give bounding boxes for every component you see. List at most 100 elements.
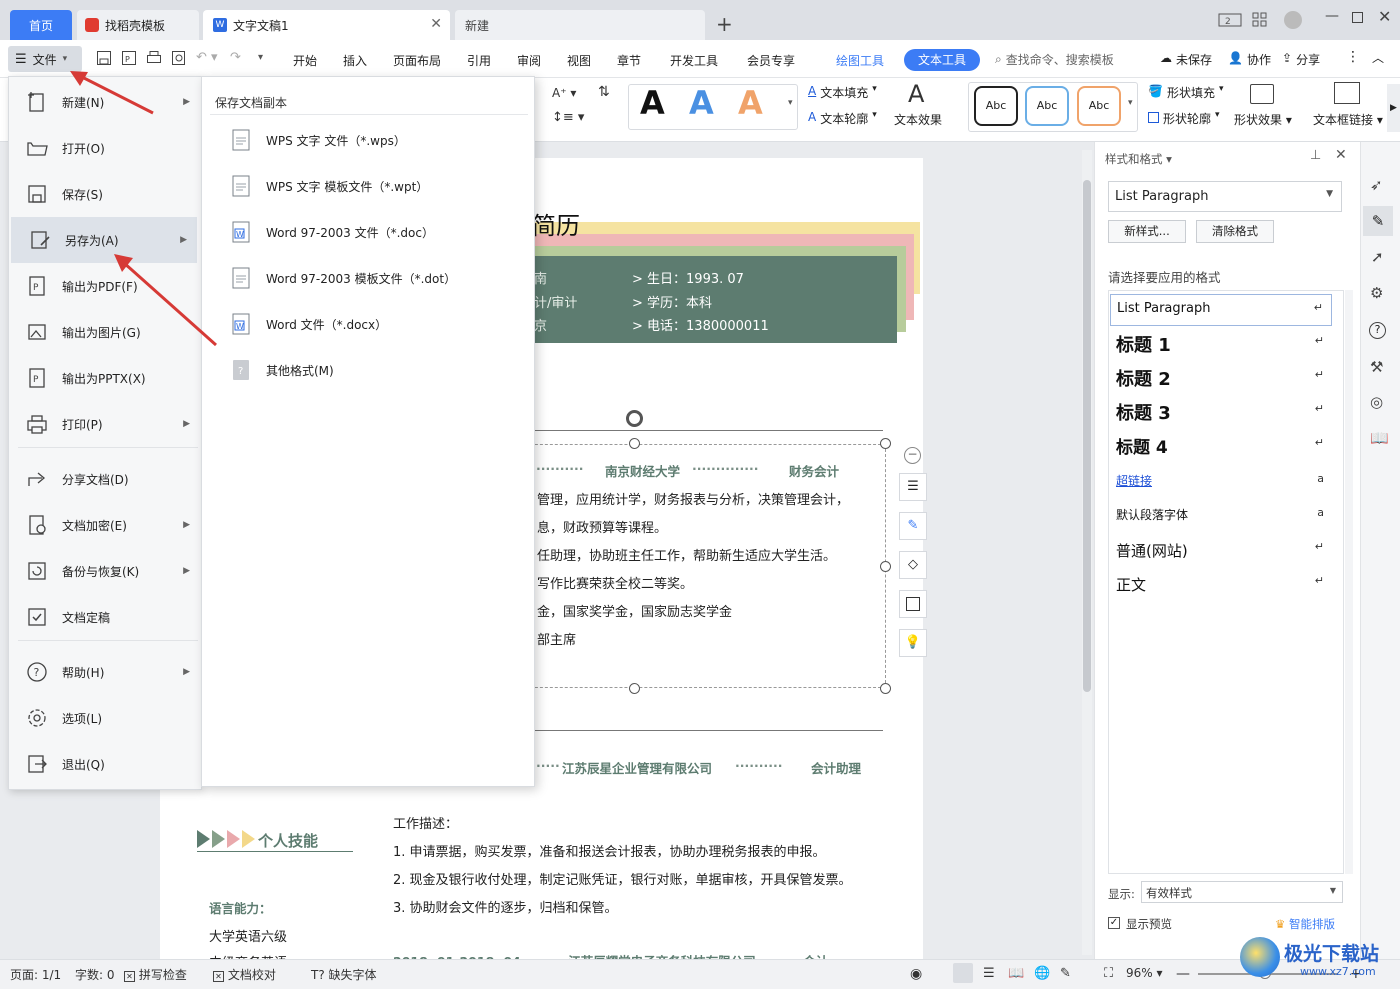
layout-options-icon[interactable]: ☰ (899, 473, 927, 501)
web-view-icon[interactable]: 🌐 (1034, 966, 1050, 981)
resize-handle-bottom-right[interactable] (880, 683, 891, 694)
minimize-icon[interactable]: — (1325, 8, 1339, 24)
resize-handle-bottom[interactable] (629, 683, 640, 694)
file-menu-item[interactable]: 备份与恢复(K) ▶ (8, 548, 200, 594)
close-tab-icon[interactable]: ✕ (430, 16, 442, 32)
selected-textbox[interactable] (520, 444, 886, 688)
book-icon[interactable]: 📖 (1370, 429, 1389, 447)
help-circle-icon[interactable]: ? (1369, 322, 1386, 339)
shape-effect-button[interactable]: 形状效果 ▾ (1234, 111, 1292, 128)
tools-icon[interactable]: ⚒ (1370, 358, 1383, 376)
save-format-item[interactable]: Word 97-2003 模板文件（*.dot） (222, 258, 522, 298)
gallery-more-icon[interactable]: ▾ (788, 98, 793, 108)
grid-apps-icon[interactable] (1252, 12, 1270, 30)
rocket-icon[interactable]: ➶ (1370, 176, 1383, 194)
adjust-sliders-icon[interactable]: ⚙ (1370, 284, 1383, 302)
save-format-item[interactable]: W Word 97-2003 文件（*.doc） (222, 212, 522, 252)
clear-format-button[interactable]: 清除格式 (1196, 220, 1274, 243)
window-layout-icon[interactable]: 2 (1218, 12, 1242, 30)
shape-effect-icon[interactable] (1250, 84, 1274, 104)
collab-button[interactable]: 👤 协作 (1228, 51, 1271, 68)
avatar[interactable] (1284, 11, 1302, 29)
text-effect-button[interactable]: 文本效果 (894, 111, 942, 128)
wordart-orange[interactable]: A (738, 84, 763, 122)
file-menu-item[interactable]: P 输出为PPTX(X) (8, 355, 200, 401)
style-list-item[interactable]: 默认段落字体 a (1110, 500, 1332, 532)
tab-new-doc[interactable]: 新建 (455, 10, 705, 40)
resize-handle-right[interactable] (880, 561, 891, 572)
outline-view-icon[interactable]: ☰ (983, 966, 995, 981)
share-button[interactable]: ⇪ 分享 (1282, 51, 1320, 68)
tab-member[interactable]: 会员专享 (747, 52, 795, 69)
style-list-item[interactable]: 超链接 a (1110, 466, 1332, 498)
add-tab-icon[interactable]: + (716, 12, 733, 36)
new-style-button[interactable]: 新样式... (1108, 220, 1186, 243)
file-menu-item[interactable]: 打印(P) ▶ (8, 401, 200, 447)
sort-icon[interactable]: ⇅ (598, 84, 610, 100)
write-view-icon[interactable]: ✎ (1060, 966, 1071, 981)
style-list-item[interactable]: List Paragraph ↵ (1110, 294, 1332, 326)
current-style-select[interactable]: List Paragraph ▼ (1108, 181, 1342, 212)
show-filter-select[interactable]: 有效样式 ▼ (1141, 881, 1343, 903)
rotate-handle-icon[interactable] (626, 410, 643, 427)
word-count[interactable]: 字数: 0 (75, 966, 115, 983)
shape-outline-button[interactable]: 形状轮廓 ▾ (1148, 110, 1220, 127)
close-window-icon[interactable]: ✕ (1378, 7, 1391, 26)
border-outline-icon[interactable] (899, 590, 927, 618)
wordart-black[interactable]: A (640, 84, 665, 122)
tab-drawing-tool[interactable]: 绘图工具 (836, 52, 884, 69)
save-format-item[interactable]: W Word 文件（*.docx） (222, 304, 522, 344)
shape-fill-button[interactable]: 🪣 形状填充 ▾ (1148, 84, 1224, 101)
eye-protect-icon[interactable]: ◉ (910, 966, 922, 982)
pin-pane-icon[interactable]: ⊥ (1310, 148, 1321, 163)
page-view-icon[interactable] (953, 963, 973, 983)
tab-start[interactable]: 开始 (293, 52, 317, 69)
styles-pane-title[interactable]: 样式和格式 ▾ (1105, 151, 1172, 167)
text-direction-icon[interactable]: A⁺ ▾ (552, 86, 576, 100)
tab-view[interactable]: 视图 (567, 52, 591, 69)
fit-page-icon[interactable]: ⛶ (1104, 966, 1113, 981)
file-menu-item[interactable]: 分享文档(D) (8, 456, 200, 502)
fill-color-icon[interactable]: ◇ (899, 551, 927, 579)
doc-proof-button[interactable]: ✕ 文档校对 (213, 966, 276, 983)
idea-bulb-icon[interactable]: 💡 (899, 629, 927, 657)
zoom-level[interactable]: 96% ▾ (1126, 966, 1163, 980)
wordart-blue[interactable]: A (689, 84, 714, 122)
save-format-item[interactable]: WPS 文字 模板文件（*.wpt） (222, 166, 522, 206)
textbox-link-icon[interactable] (1334, 82, 1360, 104)
style-list-item[interactable]: 正文 ↵ (1110, 568, 1332, 600)
resize-handle-top[interactable] (629, 438, 640, 449)
format-pen-icon[interactable]: ✎ (1363, 206, 1393, 236)
collapse-ribbon-icon[interactable]: ︿ (1372, 49, 1384, 66)
qa-more-icon[interactable]: ▾ (258, 52, 263, 63)
doc-scroll-thumb[interactable] (1083, 180, 1091, 692)
cursor-select-icon[interactable]: ➚ (1371, 248, 1384, 266)
textbox-link-button[interactable]: 文本框链接 ▾ (1313, 111, 1383, 128)
save-format-item[interactable]: ? 其他格式(M) (222, 350, 522, 390)
smart-layout-button[interactable]: ♛ 智能排版 (1275, 916, 1335, 932)
command-search[interactable]: ⌕ 查找命令、搜索模板 (995, 51, 1114, 68)
text-outline-button[interactable]: A 文本轮廓 ▾ (808, 110, 877, 127)
shape-gallery-more-icon[interactable]: ▾ (1128, 98, 1133, 108)
tab-review[interactable]: 审阅 (517, 52, 541, 69)
save-format-item[interactable]: WPS 文字 文件（*.wps） (222, 120, 522, 160)
spell-check-button[interactable]: ✕ 拼写检查 (124, 966, 187, 983)
line-spacing-icon[interactable]: ↕≡ ▾ (552, 110, 584, 125)
tab-reference[interactable]: 引用 (467, 52, 491, 69)
style-list-item[interactable]: 普通(网站) ↵ (1110, 534, 1332, 566)
collapse-float-icon[interactable]: − (904, 447, 921, 464)
text-effect-icon[interactable]: A (908, 80, 924, 108)
unsaved-status[interactable]: ☁ 未保存 (1160, 51, 1212, 68)
file-menu-item[interactable]: 退出(Q) (8, 741, 200, 787)
tab-page-layout[interactable]: 页面布局 (393, 52, 441, 69)
page-count[interactable]: 页面: 1/1 (10, 966, 61, 983)
shape-style-orange[interactable]: Abc (1077, 86, 1121, 126)
resize-handle-top-right[interactable] (880, 438, 891, 449)
style-list-item[interactable]: 标题 1 ↵ (1110, 328, 1332, 360)
tab-document[interactable]: W 文字文稿1 ✕ (203, 10, 450, 40)
close-pane-icon[interactable]: ✕ (1335, 147, 1347, 163)
tab-developer[interactable]: 开发工具 (670, 52, 718, 69)
style-list-item[interactable]: 标题 4 ↵ (1110, 430, 1332, 462)
file-menu-item[interactable]: ? 帮助(H) ▶ (8, 649, 200, 695)
more-options-icon[interactable]: ⋮ (1346, 49, 1360, 65)
